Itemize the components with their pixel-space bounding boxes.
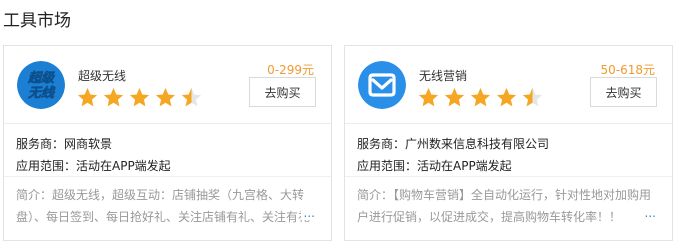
price-range: 50-618元 (600, 63, 655, 77)
divider (4, 176, 331, 177)
provider-text: 服务商：网商软景 (16, 137, 113, 151)
rating-stars (76, 86, 203, 109)
tool-card-wireless-marketing: 无线营销 50-618元 去购买 服务商：广州数来信息科技有限公司 应用范围：活… (344, 45, 673, 241)
wireless-marketing-logo (358, 61, 406, 109)
divider (4, 123, 331, 124)
tool-card-super-wireless: 超级 无线 超级无线 0-299元 去购买 服务商：网商软景 应用范围：活动在A… (3, 45, 332, 241)
star-full-icon (418, 87, 439, 107)
scope-text: 应用范围：活动在APP端发起 (16, 159, 171, 173)
star-full-icon (103, 87, 124, 107)
buy-button[interactable]: 去购买 (590, 77, 657, 107)
svg-text:超级: 超级 (27, 70, 55, 86)
star-half-icon (181, 87, 202, 107)
star-full-icon (155, 87, 176, 107)
star-full-icon (470, 87, 491, 107)
intro-text: 简介：【购物车营销】全自动化运行，针对性地对加购用户进行促销，以促进成交，提高购… (357, 188, 652, 224)
envelope-m-icon (358, 61, 406, 109)
price-range: 0-299元 (267, 63, 314, 77)
more-link[interactable]: ... (641, 206, 656, 220)
star-half-icon (522, 87, 543, 107)
star-full-icon (129, 87, 150, 107)
divider (345, 123, 672, 124)
tool-name: 无线营销 (419, 69, 468, 83)
scope-text: 应用范围：活动在APP端发起 (357, 159, 512, 173)
provider-text: 服务商：广州数来信息科技有限公司 (357, 137, 550, 151)
star-full-icon (77, 87, 98, 107)
tool-name: 超级无线 (78, 69, 127, 83)
more-link[interactable]: ... (300, 206, 315, 220)
super-wireless-logo: 超级 无线 (17, 61, 65, 109)
star-full-icon (496, 87, 517, 107)
section-title: 工具市场 (3, 11, 71, 31)
intro-text: 简介：超级无线，超级互动：店铺抽奖（九宫格、大转盘）、每日签到、每日抢好礼、关注… (16, 188, 311, 224)
rating-stars (417, 86, 544, 109)
divider (345, 176, 672, 177)
star-full-icon (444, 87, 465, 107)
svg-text:无线: 无线 (27, 85, 56, 101)
buy-button[interactable]: 去购买 (249, 77, 316, 107)
